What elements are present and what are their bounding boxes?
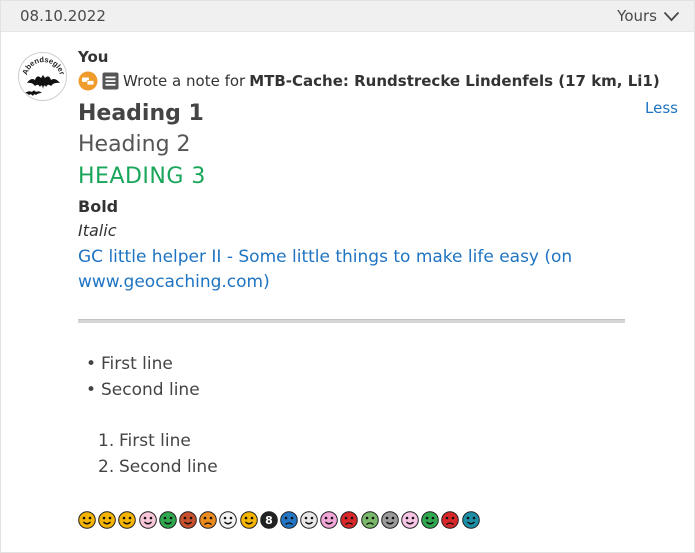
log-action-text: Wrote a note for	[123, 72, 246, 90]
smile-icon	[78, 511, 96, 529]
disapprove-icon	[441, 511, 460, 529]
author-name[interactable]: You	[78, 48, 108, 66]
horizontal-rule	[78, 319, 625, 323]
approve-icon	[421, 511, 439, 529]
chevron-down-icon	[663, 11, 680, 21]
log-summary-line: Wrote a note for MTB-Cache: Rundstrecke …	[78, 71, 660, 91]
kisses-icon	[401, 511, 419, 529]
evil-icon	[179, 511, 197, 529]
clown-icon	[219, 511, 238, 529]
bullet-list: First line Second line	[86, 351, 200, 403]
bold-text: Bold	[78, 197, 119, 216]
numbered-list: 1. First line 2. Second line	[98, 428, 218, 480]
question-icon	[461, 511, 480, 529]
list-number: 2.	[98, 457, 115, 477]
avatar[interactable]: Abendsegler	[18, 52, 67, 101]
sleepy-icon	[381, 511, 399, 529]
log-header-bar: 08.10.2022 Yours	[1, 1, 694, 32]
big-grin-icon	[98, 511, 116, 529]
shy-icon	[300, 511, 318, 529]
list-item-text: First line	[119, 431, 191, 451]
note-icon	[102, 72, 119, 90]
svg-text:Abendsegler: Abendsegler	[20, 55, 67, 76]
smiley-row: 8	[78, 511, 480, 529]
list-item: 2. Second line	[98, 454, 218, 480]
heading-3: HEADING 3	[78, 164, 206, 189]
angry-icon	[340, 511, 359, 529]
log-card: 08.10.2022 Yours Abendsegler You Wrote a…	[0, 0, 695, 553]
owner-filter-dropdown[interactable]: Yours	[617, 7, 680, 25]
list-number: 1.	[98, 431, 115, 451]
tongue-icon	[158, 511, 177, 529]
sad-icon	[280, 511, 298, 529]
heading-1: Heading 1	[78, 101, 204, 126]
list-item: First line	[86, 351, 200, 377]
shocked-icon	[320, 511, 339, 529]
log-date: 08.10.2022	[20, 7, 106, 25]
italic-text: Italic	[78, 221, 117, 240]
list-item: 1. First line	[98, 428, 218, 454]
less-toggle[interactable]: Less	[645, 99, 678, 117]
heading-2: Heading 2	[78, 132, 191, 157]
frown-icon	[199, 511, 217, 529]
dead-icon	[360, 511, 379, 529]
eightball-icon: 8	[259, 511, 278, 529]
svg-text:8: 8	[265, 514, 273, 527]
bat-logo-icon: Abendsegler	[20, 55, 67, 96]
blackeye-icon	[239, 511, 258, 529]
list-item: Second line	[86, 377, 200, 403]
cool-icon	[118, 511, 137, 529]
owner-filter-label: Yours	[617, 7, 657, 25]
note-body: Heading 1 Heading 2 HEADING 3 Bold Itali…	[78, 99, 638, 295]
blush-icon	[138, 511, 157, 529]
multi-cache-icon[interactable]	[78, 71, 98, 91]
avatar-text: Abendsegler	[20, 55, 66, 76]
cache-name-link[interactable]: MTB-Cache: Rundstrecke Lindenfels (17 km…	[249, 72, 660, 90]
gclh-link[interactable]: GC little helper II - Some little things…	[78, 245, 638, 295]
list-item-text: Second line	[119, 457, 218, 477]
